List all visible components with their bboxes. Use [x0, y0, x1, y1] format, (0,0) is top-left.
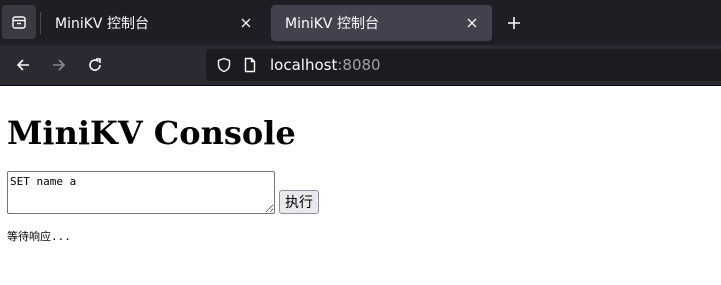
- close-icon[interactable]: [238, 15, 254, 31]
- forward-button[interactable]: [44, 51, 74, 79]
- arrow-right-icon: [53, 59, 66, 71]
- url-text[interactable]: localhost:8080: [270, 56, 381, 74]
- back-button[interactable]: [8, 51, 38, 79]
- close-icon[interactable]: [464, 15, 480, 31]
- arrow-left-icon: [16, 59, 29, 71]
- tab-minikv-1[interactable]: MiniKV 控制台: [41, 5, 266, 41]
- page-title: MiniKV Console: [7, 114, 296, 152]
- page-content: MiniKV Console SET name a 执行 等待响应...: [0, 113, 721, 244]
- reload-icon: [89, 58, 101, 71]
- url-port: :8080: [337, 56, 381, 74]
- shield-icon[interactable]: [216, 57, 232, 73]
- tab-title: MiniKV 控制台: [55, 16, 149, 32]
- navigation-bar: localhost:8080: [0, 45, 721, 86]
- tab-title: MiniKV 控制台: [285, 16, 379, 32]
- new-tab-button[interactable]: [500, 8, 528, 38]
- tab-bar: MiniKV 控制台 MiniKV 控制台: [0, 0, 721, 45]
- command-row: SET name a 执行: [7, 171, 714, 214]
- tab-list-icon: [12, 16, 26, 29]
- plus-icon: [508, 17, 520, 29]
- tab-list-button[interactable]: [2, 5, 36, 39]
- status-text: 等待响应...: [7, 230, 71, 243]
- reload-button[interactable]: [80, 51, 110, 79]
- page-icon[interactable]: [242, 57, 258, 73]
- command-input[interactable]: SET name a: [7, 171, 275, 214]
- address-bar[interactable]: localhost:8080: [206, 49, 721, 81]
- tab-minikv-2[interactable]: MiniKV 控制台: [271, 5, 492, 41]
- execute-button[interactable]: 执行: [279, 190, 319, 214]
- url-host: localhost: [270, 56, 338, 74]
